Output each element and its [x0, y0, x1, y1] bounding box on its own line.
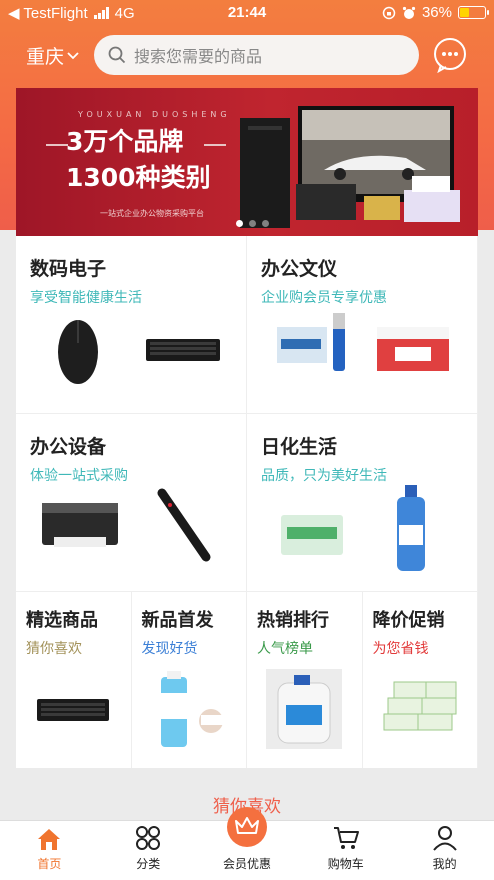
promo-subtitle: 发现好货 [141, 641, 198, 657]
category-title: 办公设备 [30, 436, 107, 458]
promo-title: 降价促销 [372, 610, 445, 631]
tab-member-offers[interactable]: 会员优惠 [198, 807, 297, 880]
search-placeholder: 搜索您需要的商品 [134, 47, 263, 66]
banner-products-image [240, 106, 460, 228]
detergent-jug-image [266, 669, 343, 749]
search-icon [108, 46, 126, 64]
printer-presenter-image [42, 488, 211, 562]
user-icon [432, 826, 457, 851]
member-offers-badge [226, 807, 267, 847]
tissue-boxes-image [383, 681, 457, 731]
banner-tagline: YOUXUAN DUOSHENG [78, 110, 231, 119]
promo-title: 精选商品 [26, 610, 98, 631]
category-card-digital[interactable]: 数码电子 享受智能健康生活 [16, 236, 247, 414]
category-title: 日化生活 [261, 436, 338, 458]
banner-subline: 一站式企业办公物资采购平台 [100, 209, 204, 218]
battery-level [460, 8, 470, 17]
tab-category[interactable]: 分类 [99, 821, 198, 880]
message-icon[interactable] [432, 37, 468, 73]
category-icon [136, 826, 161, 850]
category-card-office-supplies[interactable]: 办公文仪 企业购会员专享优惠 [247, 236, 478, 414]
promo-banner[interactable]: YOUXUAN DUOSHENG 3万个品牌 1300种类别 一站式企业办公物资… [16, 88, 478, 236]
banner-dot[interactable] [262, 220, 269, 227]
alarm-icon [402, 6, 416, 19]
office-supplies-image [277, 313, 449, 371]
tab-home[interactable]: 首页 [0, 821, 99, 880]
category-subtitle: 品质，只为美好生活 [261, 468, 387, 484]
tab-label: 首页 [37, 857, 62, 871]
promo-subtitle: 猜你喜欢 [26, 641, 82, 657]
home-icon [38, 829, 61, 850]
category-subtitle: 体验一站式采购 [30, 468, 128, 484]
banner-divider [204, 144, 226, 146]
tab-label: 分类 [136, 857, 161, 871]
tab-label: 会员优惠 [222, 857, 271, 871]
promo-card-best-sellers[interactable]: 热销排行 人气榜单 [247, 592, 363, 768]
category-section: 数码电子 享受智能健康生活 办公文仪 企业购会员专享优惠 办公设备 体验一站式采… [16, 236, 478, 768]
tab-bar: 首页 分类 会员优惠 购物车 我的 [0, 807, 494, 880]
keyboard-image [37, 699, 110, 721]
banner-headline-2: 1300种类别 [66, 163, 211, 192]
battery-percent: 36% [421, 4, 452, 21]
category-subtitle: 企业购会员专享优惠 [261, 290, 387, 306]
tab-profile[interactable]: 我的 [395, 821, 494, 880]
mouse-keyboard-image [58, 320, 220, 384]
promo-card-featured[interactable]: 精选商品 猜你喜欢 [16, 592, 132, 768]
chevron-down-icon [67, 51, 79, 59]
city-label: 重庆 [26, 46, 65, 68]
banner-dot[interactable] [236, 220, 243, 227]
category-title: 数码电子 [30, 258, 107, 280]
banner-divider [46, 144, 68, 146]
cart-icon [333, 827, 359, 849]
promo-subtitle: 为您省钱 [372, 641, 429, 657]
rotation-lock-icon [382, 6, 396, 19]
search-bar[interactable]: 搜索您需要的商品 [94, 35, 419, 75]
banner-headline: 3万个品牌 [66, 127, 184, 156]
category-card-office-equipment[interactable]: 办公设备 体验一站式采购 [16, 414, 247, 592]
status-bar: ◀ TestFlight 4G 21:44 36% [0, 0, 494, 26]
tab-label: 我的 [432, 857, 457, 871]
category-grid: 数码电子 享受智能健康生活 办公文仪 企业购会员专享优惠 办公设备 体验一站式采… [16, 236, 478, 592]
category-title: 办公文仪 [261, 258, 338, 280]
promo-card-discounts[interactable]: 降价促销 为您省钱 [363, 592, 478, 768]
promo-card-new-arrivals[interactable]: 新品首发 发现好货 [132, 592, 247, 768]
category-subtitle: 享受智能健康生活 [30, 290, 142, 306]
city-selector[interactable]: 重庆 [26, 42, 80, 69]
promo-subtitle: 人气榜单 [257, 641, 313, 657]
tissue-bleach-image [281, 485, 425, 571]
promo-title: 热销排行 [257, 610, 329, 631]
promo-grid: 精选商品 猜你喜欢 新品首发 发现好货 热销排行 人气榜单 降价促销 为您省钱 [16, 592, 478, 768]
spray-can-image [160, 671, 223, 747]
tab-label: 购物车 [327, 857, 364, 871]
promo-title: 新品首发 [141, 610, 214, 631]
category-card-daily-chemicals[interactable]: 日化生活 品质，只为美好生活 [247, 414, 478, 592]
banner-dot[interactable] [249, 220, 256, 227]
tab-cart[interactable]: 购物车 [296, 821, 395, 880]
crown-icon [234, 817, 259, 834]
battery-icon [458, 6, 489, 19]
banner-pagination [236, 220, 269, 227]
